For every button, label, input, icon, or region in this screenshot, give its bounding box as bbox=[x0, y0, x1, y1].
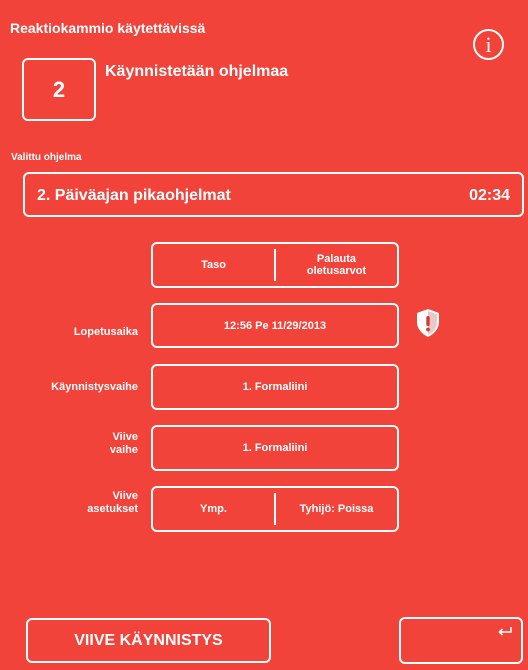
delay-step-label: Viive vaihe bbox=[110, 431, 138, 457]
end-time-label: Lopetusaika bbox=[73, 326, 138, 338]
info-icon: i bbox=[485, 31, 492, 57]
delay-step-button[interactable]: 1. Formaliini bbox=[151, 425, 399, 471]
start-step-label: Käynnistysvaihe bbox=[51, 381, 138, 393]
screen-title: Reaktiokammio käytettävissä bbox=[10, 20, 206, 36]
delay-step-label-line2: vaihe bbox=[109, 444, 138, 457]
return-arrow-icon bbox=[498, 627, 512, 636]
screen: Reaktiokammio käytettävissä i 2 Käynnist… bbox=[0, 0, 528, 670]
end-time-button[interactable]: 12:56 Pe 11/29/2013 bbox=[151, 303, 399, 348]
level-reset-group: Taso Palauta oletusarvot bbox=[151, 242, 399, 288]
vacuum-button[interactable]: Tyhijö: Poissa bbox=[276, 488, 397, 530]
ambient-button[interactable]: Ymp. bbox=[153, 488, 274, 530]
delay-step-label-line1: Viive bbox=[112, 431, 139, 443]
delay-settings-group: Ymp. Tyhijö: Poissa bbox=[151, 486, 399, 532]
delay-settings-label: Viive asetukset bbox=[87, 490, 138, 516]
selected-program-label: Valittu ohjelma bbox=[11, 152, 82, 163]
step-number-box: 2 bbox=[22, 58, 96, 121]
delay-start-button[interactable]: VIIVE KÄYNNISTYS bbox=[26, 618, 271, 663]
delay-settings-label-line1: Viive bbox=[112, 490, 139, 502]
step-label: Käynnistetään ohjelmaa bbox=[105, 63, 289, 80]
program-duration: 02:34 bbox=[469, 187, 510, 204]
reset-defaults-line2: oletusarvot bbox=[306, 265, 367, 277]
delay-settings-label-line2: asetukset bbox=[87, 503, 138, 516]
info-button[interactable]: i bbox=[473, 29, 504, 60]
level-button[interactable]: Taso bbox=[153, 244, 274, 286]
reset-defaults-line1: Palauta bbox=[316, 252, 357, 265]
program-name: 2. Päiväajan pikaohjelmat bbox=[37, 187, 231, 204]
start-step-button[interactable]: 1. Formaliini bbox=[151, 364, 399, 410]
warning-shield-icon bbox=[417, 309, 439, 337]
reset-defaults-button[interactable]: Palauta oletusarvot bbox=[276, 244, 397, 286]
back-button[interactable] bbox=[399, 617, 523, 664]
selected-program-button[interactable]: 2. Päiväajan pikaohjelmat 02:34 bbox=[23, 172, 524, 217]
